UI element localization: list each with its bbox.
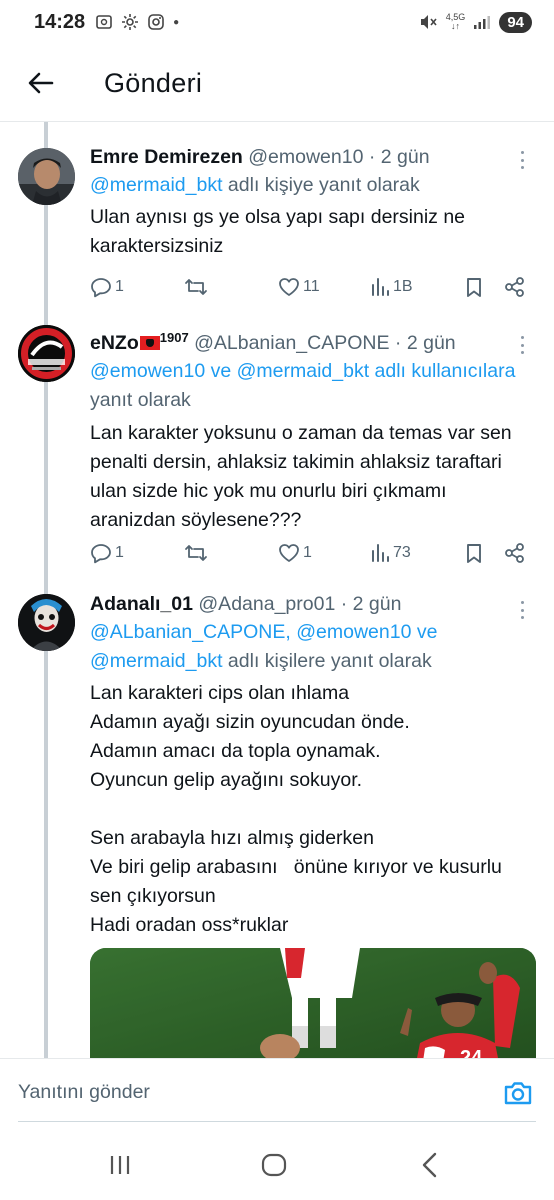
retweet-icon bbox=[185, 545, 207, 561]
page-title: Gönderi bbox=[104, 67, 203, 98]
signal-icon bbox=[474, 16, 491, 29]
camera-icon bbox=[504, 1082, 532, 1105]
tweet-time: · 2 gün bbox=[394, 332, 456, 354]
bookmark-icon bbox=[467, 278, 481, 297]
author-name[interactable]: Adanalı_01 bbox=[90, 593, 193, 615]
instagram-notification-icon bbox=[148, 14, 164, 30]
recent-apps-button[interactable] bbox=[100, 1150, 140, 1180]
reply-composer: Yanıtını gönder bbox=[0, 1058, 554, 1126]
network-type: 4,5G ↓↑ bbox=[445, 12, 466, 31]
views-button[interactable]: 1B bbox=[370, 276, 413, 298]
tweet-content: Adanalı_01 @Adana_pro01 · 2 gün @ALbania… bbox=[90, 590, 536, 940]
bookmark-button[interactable] bbox=[464, 542, 484, 564]
android-navigation-bar bbox=[0, 1130, 554, 1200]
home-icon bbox=[261, 1153, 287, 1177]
author-name-suffix: 1907 bbox=[159, 330, 189, 345]
avatar[interactable] bbox=[18, 148, 75, 205]
thread-connector-line bbox=[44, 122, 48, 1060]
share-button[interactable] bbox=[504, 542, 526, 564]
heart-icon bbox=[279, 544, 299, 562]
view-count: 1B bbox=[393, 278, 413, 295]
mention-link[interactable]: @mermaid_bkt bbox=[90, 650, 223, 672]
avatar[interactable] bbox=[18, 325, 75, 382]
reply-icon bbox=[91, 278, 111, 298]
view-count: 73 bbox=[393, 544, 411, 561]
retweet-button[interactable] bbox=[184, 542, 208, 564]
header-divider bbox=[0, 121, 554, 122]
avatar[interactable] bbox=[18, 594, 75, 651]
bookmark-button[interactable] bbox=[464, 276, 484, 298]
author-handle[interactable]: @Adana_pro01 bbox=[198, 593, 335, 615]
albania-flag-icon bbox=[139, 336, 160, 350]
like-button[interactable]: 1 bbox=[278, 542, 312, 564]
reply-context: @ALbanian_CAPONE, @emowen10 ve @mermaid_b… bbox=[90, 621, 438, 672]
reply-input[interactable]: Yanıtını gönder bbox=[18, 1081, 150, 1104]
views-chart-icon bbox=[372, 544, 389, 562]
share-button[interactable] bbox=[504, 276, 526, 298]
author-handle[interactable]: @ALbanian_CAPONE bbox=[194, 332, 389, 354]
tweet-time: · 2 gün bbox=[368, 146, 430, 168]
tweet-meta: eNZo 1907 @ALbanian_CAPONE · 2 gün bbox=[90, 324, 536, 357]
tweet-meta: Adanalı_01 @Adana_pro01 · 2 gün bbox=[90, 590, 536, 618]
mention-link[interactable]: @mermaid_bkt bbox=[90, 174, 223, 196]
author-handle[interactable]: @emowen10 bbox=[248, 146, 363, 168]
notification-icons: ● bbox=[95, 13, 179, 31]
mute-icon bbox=[420, 15, 437, 29]
camera-button[interactable] bbox=[502, 1077, 534, 1109]
home-button[interactable] bbox=[254, 1150, 294, 1180]
battery-level: 94 bbox=[499, 11, 532, 33]
app-header: Gönderi bbox=[0, 50, 554, 116]
system-icons: 4,5G ↓↑ 94 bbox=[418, 11, 532, 33]
reply-input-underline bbox=[18, 1121, 536, 1122]
back-button[interactable] bbox=[16, 58, 66, 108]
retweet-button[interactable] bbox=[184, 276, 208, 298]
tweet-media-image[interactable]: 24 bbox=[90, 948, 536, 1068]
views-button[interactable]: 73 bbox=[370, 542, 411, 564]
back-nav-button[interactable] bbox=[410, 1150, 450, 1180]
share-icon bbox=[505, 277, 524, 297]
tweet-text: Ulan aynısı gs ye olsa yapı sapı dersini… bbox=[90, 206, 471, 257]
bookmark-icon bbox=[467, 544, 481, 563]
share-icon bbox=[505, 543, 524, 563]
status-bar: 14:28 ● 4,5G ↓↑ 94 bbox=[0, 0, 554, 44]
reply-count: 1 bbox=[115, 278, 124, 295]
tweet-actions: 1 1 73 bbox=[90, 538, 534, 568]
views-chart-icon bbox=[372, 278, 389, 296]
tweet-meta: Emre Demirezen @emowen10 · 2 gün bbox=[90, 143, 536, 171]
reply-context: @emowen10 ve @mermaid_bkt adlı kullanıcı… bbox=[90, 360, 516, 411]
tweet-content: Emre Demirezen @emowen10 · 2 gün @mermai… bbox=[90, 143, 536, 261]
tweet-actions: 1 11 1B bbox=[90, 272, 534, 302]
reply-button[interactable]: 1 bbox=[90, 276, 124, 298]
heart-icon bbox=[279, 278, 299, 296]
mention-link[interactable]: @ALbanian_CAPONE, @emowen10 ve bbox=[90, 621, 437, 643]
retweet-icon bbox=[185, 279, 207, 295]
more-notifications-dot-icon: ● bbox=[173, 16, 180, 28]
tweet-text: Lan karakter yoksunu o zaman da temas va… bbox=[90, 422, 518, 531]
tweet-content: eNZo 1907 @ALbanian_CAPONE · 2 gün @emowe… bbox=[90, 324, 536, 535]
author-name[interactable]: Emre Demirezen bbox=[90, 146, 243, 168]
tweet-time: · 2 gün bbox=[340, 593, 402, 615]
tweet-text: Lan karakteri cips olan ıhlama Adamın ay… bbox=[90, 682, 502, 936]
like-count: 11 bbox=[303, 278, 320, 295]
chevron-left-icon bbox=[422, 1152, 437, 1178]
like-button[interactable]: 11 bbox=[278, 276, 320, 298]
mention-link[interactable]: @emowen10 ve @mermaid_bkt adlı kullanıcı… bbox=[90, 360, 515, 382]
clock: 14:28 bbox=[34, 10, 86, 33]
reply-icon bbox=[91, 544, 111, 564]
settings-notification-icon bbox=[122, 14, 139, 30]
arrow-left-icon bbox=[28, 72, 54, 94]
reply-button[interactable]: 1 bbox=[90, 542, 124, 564]
like-count: 1 bbox=[303, 544, 312, 561]
reply-context: @mermaid_bkt adlı kişiye yanıt olarak bbox=[90, 174, 420, 196]
gallery-notification-icon bbox=[96, 15, 112, 29]
reply-count: 1 bbox=[115, 544, 124, 561]
author-name[interactable]: eNZo bbox=[90, 332, 139, 354]
recent-apps-icon bbox=[110, 1156, 130, 1174]
